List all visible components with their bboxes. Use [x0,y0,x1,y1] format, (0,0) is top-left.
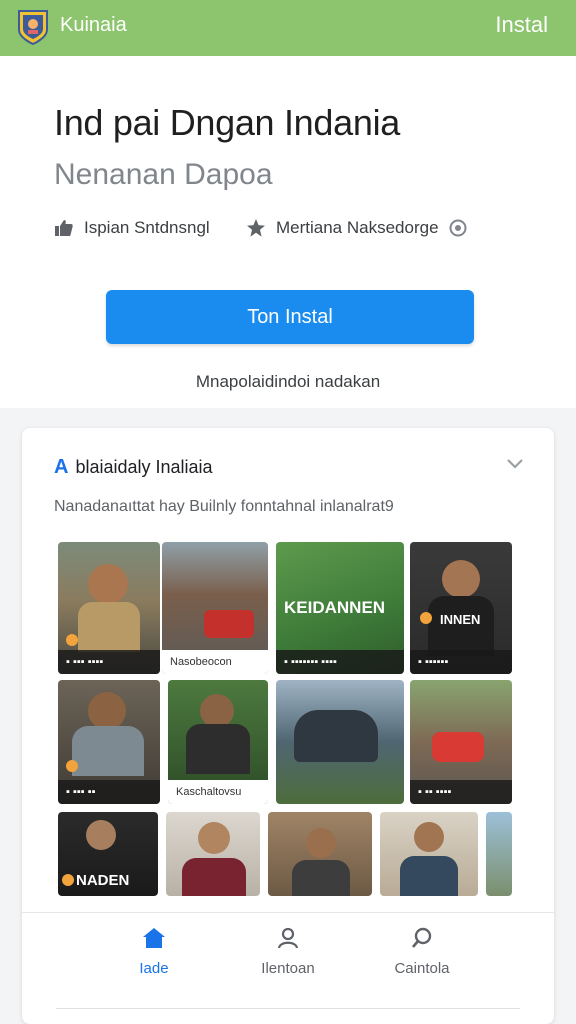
home-icon [143,928,165,948]
nav-label-account: Ilentoan [261,960,315,977]
screenshot-gallery: ▪ ▪▪▪ ▪▪▪▪ Nasobeocon KEIDANNEN ▪ ▪▪▪▪▪▪… [58,542,522,896]
card-description: Nanadanaıttat hay Builnly fonntahnal inl… [54,498,394,515]
search-icon [412,927,432,948]
top-app-bar: Kuinaia Instal [0,0,576,56]
info-icon[interactable] [449,219,467,237]
crest-logo-icon [18,10,48,46]
app-subtitle: Nenanan Dapoa [54,158,273,191]
badge-meta: Mertiana Naksedorge [246,216,477,240]
screenshot-tile[interactable] [380,812,478,896]
screenshot-tile[interactable]: INNEN ▪ ▪▪▪▪▪▪ [410,542,512,674]
divider [56,1008,520,1009]
bottom-navigation: Iade Ilentoan Caintola [22,912,554,1003]
tile-overlay-text: INNEN [440,612,481,627]
status-dot-icon [66,634,78,646]
app-brand-name: Kuinaia [60,14,127,36]
status-dot-icon [66,760,78,772]
screenshot-tile[interactable]: ▪ ▪▪▪ ▪▪ [58,680,160,804]
tile-overlay-text: KEIDANNEN [284,598,386,617]
tile-caption: ▪ ▪▪▪ ▪▪ [58,780,160,804]
card-title-prefix: A [54,456,69,478]
screenshot-tile[interactable] [486,812,512,896]
screenshot-tile[interactable]: ▪ ▪▪▪ ▪▪▪▪ [58,542,160,674]
tile-caption: Nasobeocon [162,650,268,674]
status-dot-icon [62,874,74,886]
person-icon [277,927,299,949]
badge-text: Mertiana Naksedorge [276,218,439,237]
screenshot-tile[interactable] [276,680,404,804]
screenshot-tile[interactable]: ▪ ▪▪ ▪▪▪▪ [410,680,512,804]
rating-text: Ispian Sntdnsngl [84,218,210,237]
tile-caption: ▪ ▪▪▪▪▪▪ [410,650,512,674]
rating-meta: Ispian Sntdnsngl [54,216,210,240]
screenshot-tile[interactable]: KEIDANNEN ▪ ▪▪▪▪▪▪▪ ▪▪▪▪ [276,542,404,674]
screenshot-tile[interactable] [166,812,260,896]
nav-label-search: Caintola [394,960,450,977]
thumbs-up-icon [55,220,73,236]
card-title-text: blaiaidaly Inaliaia [75,457,213,477]
screenshot-tile[interactable]: Nasobeocon [162,542,268,674]
nav-item-home[interactable]: Iade [104,927,204,977]
app-title: Ind pai Dngan Indania [54,102,400,143]
tile-caption: Kaschaltovsu [168,780,268,804]
screenshot-tile[interactable] [268,812,372,896]
about-card: A blaiaidaly Inaliaia Nanadanaıttat hay … [22,428,554,1024]
tile-caption: ▪ ▪▪ ▪▪▪▪ [410,780,512,804]
chevron-down-icon[interactable] [506,458,524,470]
card-title: A blaiaidaly Inaliaia [54,456,213,479]
tile-caption: ▪ ▪▪▪ ▪▪▪▪ [58,650,160,674]
screenshot-tile[interactable]: NADEN [58,812,158,896]
install-link[interactable]: Instal [495,12,548,38]
screenshot-tile[interactable]: Kaschaltovsu [168,680,268,804]
status-dot-icon [420,612,432,624]
nav-item-account[interactable]: Ilentoan [238,927,338,977]
tile-caption: ▪ ▪▪▪▪▪▪▪ ▪▪▪▪ [276,650,404,674]
nav-item-search[interactable]: Caintola [372,927,472,977]
tile-overlay-text: NADEN [76,872,130,889]
nav-label-home: Iade [139,960,169,977]
install-button[interactable]: Ton Instal [106,290,474,344]
star-badge-icon [247,219,265,237]
install-note: Mnapolaidindoi nadakan [195,372,381,391]
